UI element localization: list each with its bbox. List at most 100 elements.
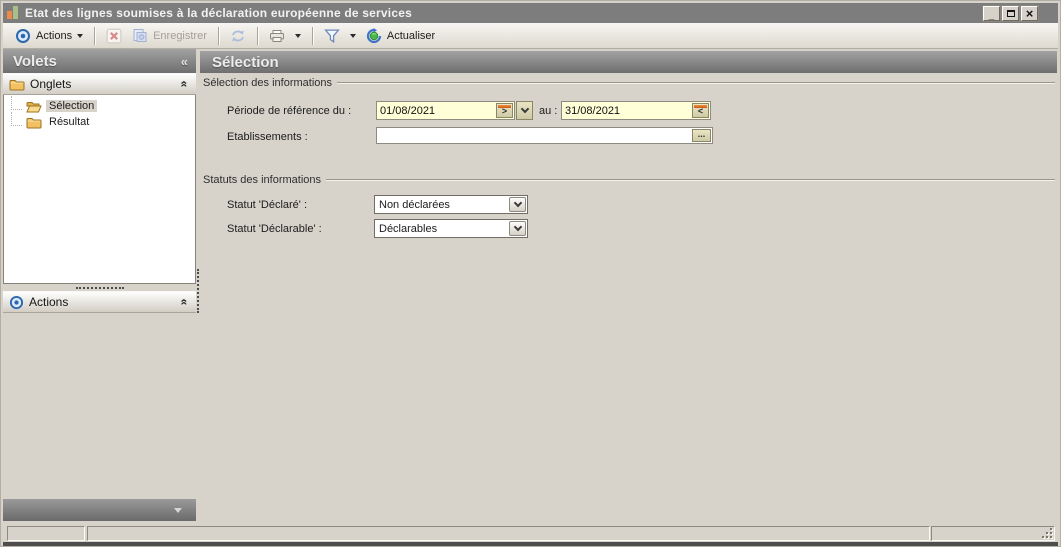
sidebar-header: Volets « [3,49,196,73]
save-icon [133,28,147,42]
status-bar [3,525,1058,542]
status-panel-center [87,526,930,541]
statut-declarable-value: Déclarables [379,222,438,235]
filter-button[interactable] [319,26,345,46]
status-panel-left [7,526,85,541]
tree-connector [11,96,22,110]
maximize-button[interactable] [1002,6,1019,21]
filter-options-button[interactable] [345,32,361,40]
panel-splitter[interactable] [197,269,199,313]
combo-arrow-button[interactable] [509,197,526,212]
printer-icon [269,29,284,42]
chevron-down-icon [349,33,356,38]
collapse-group-icon[interactable]: « [178,81,192,88]
tree-item-label: Sélection [46,100,98,112]
date-from-input[interactable] [377,104,496,117]
onglets-tree: Sélection Résultat [3,95,196,284]
folder-open-icon [26,101,42,112]
group-selection-label: Sélection des informations [203,76,333,89]
date-from-dropdown-button[interactable] [516,101,533,120]
minimize-button[interactable]: _ [983,6,1000,21]
print-options-button[interactable] [290,32,306,40]
date-to-field[interactable]: < [561,101,711,120]
toolbar-separator [94,26,96,45]
sidebar-volets: Volets « Onglets « Sélection Résultat Ac… [3,49,196,521]
chevron-down-icon [513,198,522,208]
actions-menu-label: Actions [36,29,73,42]
chevron-down-icon [174,508,182,513]
etablissements-label: Etablissements : [227,131,308,143]
bullseye-icon [16,28,30,43]
statut-declare-value: Non déclarées [379,198,450,211]
filter-icon [324,28,340,43]
save-button-label: Enregistrer [153,29,207,42]
actions-group-header[interactable]: Actions « [3,291,196,313]
date-to-input[interactable] [562,104,692,117]
etablissements-browse-button[interactable]: ... [692,129,711,142]
app-icon [6,6,20,20]
sidebar-bottom-bar[interactable] [3,499,196,521]
actions-group-label: Actions [29,295,69,309]
date-from-field[interactable]: > [376,101,515,120]
statut-declarable-label: Statut 'Déclarable' : [227,223,322,235]
statut-declarable-select[interactable]: Déclarables [374,219,528,238]
chevron-down-icon [513,222,522,232]
combo-arrow-button[interactable] [509,221,526,236]
refresh-button [225,26,251,46]
periode-label: Période de référence du : [227,105,352,117]
onglets-group-label: Onglets [30,77,72,91]
bottom-edge [3,542,1058,546]
collapse-sidebar-button[interactable]: « [181,54,188,69]
toolbar-separator [311,26,313,45]
window-title: Etat des lignes soumises à la déclaratio… [25,6,412,20]
sidebar-horizontal-splitter[interactable] [3,284,196,291]
actualiser-button[interactable]: Actualiser [361,26,440,46]
actions-menu-button[interactable]: Actions [10,26,88,46]
main-panel-header: Sélection [200,51,1057,73]
au-label: au : [539,105,558,117]
tree-item-selection[interactable]: Sélection [4,96,195,114]
app-icon-green-bar [13,6,18,19]
close-button[interactable]: × [1021,6,1038,21]
save-button: Enregistrer [127,26,212,46]
group-selection-caption: Sélection des informations [203,76,1055,89]
group-line [337,81,1055,84]
title-bar: Etat des lignes soumises à la déclaratio… [3,3,1058,23]
etablissements-field[interactable]: ... [376,127,713,144]
main-panel: Sélection Sélection des informations Pér… [200,49,1057,521]
orange-bar [498,105,511,108]
resize-grip[interactable] [1041,527,1052,538]
chevron-down-icon [520,104,529,114]
minimize-icon: _ [988,10,995,21]
tree-item-label: Résultat [49,116,90,128]
onglets-group-header[interactable]: Onglets « [3,73,196,95]
actualiser-icon [366,27,381,43]
application-window: Etat des lignes soumises à la déclaratio… [0,0,1061,547]
date-from-next-button[interactable]: > [496,103,513,118]
folder-icon [26,117,42,128]
close-icon: × [1025,5,1034,21]
delete-button [101,26,127,46]
etablissements-input[interactable] [377,129,712,142]
toolbar: Actions Enregistrer Actualiser [3,23,1058,49]
statut-declare-select[interactable]: Non déclarées [374,195,528,214]
folder-icon [9,79,25,90]
status-panel-right [931,526,1055,541]
tree-connector [11,112,22,126]
bullseye-icon [9,295,24,309]
chevron-down-icon [294,33,301,38]
print-button[interactable] [264,26,290,46]
main-panel-title: Sélection [212,53,279,71]
splitter-dots [75,286,124,289]
actualiser-label: Actualiser [386,29,436,42]
group-line [326,178,1055,181]
toolbar-separator [217,26,219,45]
tree-item-resultat[interactable]: Résultat [4,112,195,130]
toolbar-separator [256,26,258,45]
orange-bar [694,105,707,108]
collapse-group-icon[interactable]: « [178,299,192,306]
date-to-prev-button[interactable]: < [692,103,709,118]
group-statuts-label: Statuts des informations [203,173,322,186]
window-controls: _ × [983,6,1038,21]
statut-declare-label: Statut 'Déclaré' : [227,199,308,211]
